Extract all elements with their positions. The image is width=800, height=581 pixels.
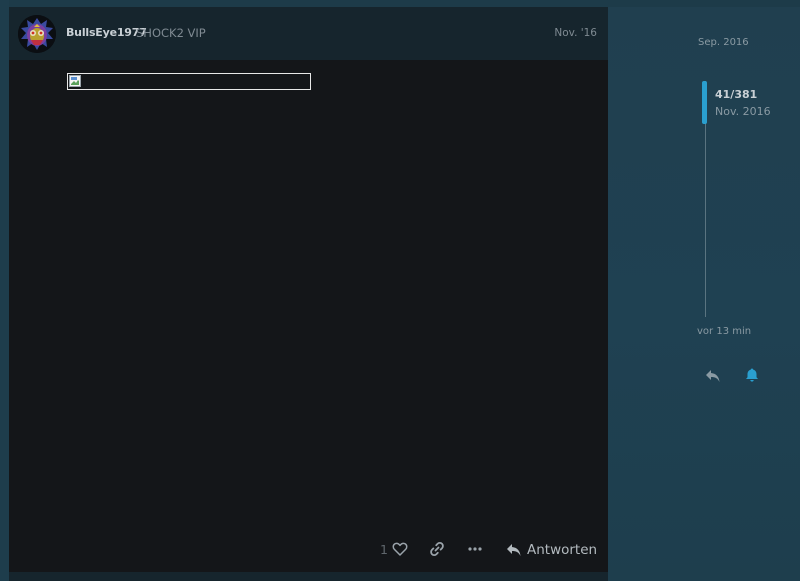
- post-header: BullsEye1977 SHOCK2 VIP Nov. '16: [9, 7, 608, 60]
- post-image[interactable]: [67, 73, 311, 90]
- next-post-edge: [9, 572, 608, 581]
- username-link[interactable]: BullsEye1977: [66, 26, 147, 39]
- majora-mask-avatar-icon: [18, 15, 56, 53]
- timeline-controls: [705, 367, 775, 385]
- timeline-current-date: Nov. 2016: [715, 105, 771, 118]
- timeline-post-position: 41/381: [715, 88, 758, 101]
- timeline-scroll-handle[interactable]: [702, 81, 707, 124]
- user-title: SHOCK2 VIP: [136, 26, 206, 40]
- reply-icon[interactable]: [705, 368, 721, 384]
- timeline-start-date[interactable]: Sep. 2016: [698, 37, 749, 48]
- reply-icon: [507, 544, 521, 556]
- link-icon[interactable]: [429, 541, 445, 557]
- post-date[interactable]: Nov. '16: [554, 27, 597, 39]
- ellipsis-icon[interactable]: [467, 541, 483, 557]
- timeline-last-activity[interactable]: vor 13 min: [697, 326, 751, 337]
- bell-icon[interactable]: [744, 367, 760, 383]
- like-count[interactable]: 1: [380, 542, 388, 557]
- post-card: BullsEye1977 SHOCK2 VIP Nov. '16 1 Antwo…: [9, 7, 608, 572]
- reply-label: Antworten: [527, 542, 598, 558]
- broken-image-icon: [69, 75, 81, 87]
- reply-button[interactable]: Antworten: [506, 539, 597, 561]
- left-edge: [0, 0, 9, 581]
- topic-timeline: Sep. 2016 41/381 Nov. 2016 vor 13 min: [690, 30, 800, 390]
- avatar[interactable]: [18, 15, 56, 53]
- top-edge: [0, 0, 800, 7]
- post-actions: 1 Antworten: [9, 535, 608, 565]
- heart-icon[interactable]: [392, 541, 408, 557]
